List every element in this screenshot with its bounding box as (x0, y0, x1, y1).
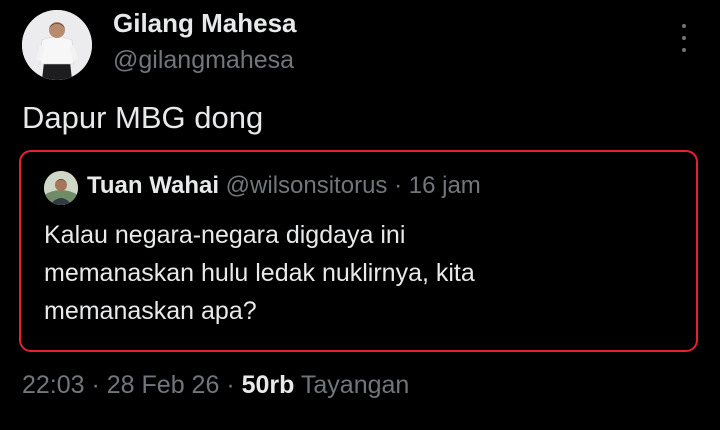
post-date[interactable]: 28 Feb 26 (107, 371, 220, 399)
author-avatar[interactable] (22, 10, 92, 80)
quoted-tweet[interactable]: Tuan Wahai @wilsonsitorus · 16 jam Kalau… (19, 150, 698, 352)
tweet-text: Dapur MBG dong (22, 100, 264, 135)
author-name[interactable]: Gilang Mahesa (113, 8, 297, 39)
more-dot (682, 48, 686, 52)
views-label: Tayangan (300, 371, 410, 399)
views-count: 50rb (241, 371, 295, 399)
post-time[interactable]: 22:03 (22, 371, 85, 399)
meta-separator: · (84, 371, 107, 399)
quoted-text-line: memanaskan hulu ledak nuklirnya, kita (44, 259, 475, 287)
quoted-author-handle[interactable]: @wilsonsitorus (226, 172, 388, 199)
quoted-header: Tuan Wahai @wilsonsitorus · 16 jam (87, 172, 481, 200)
meta-separator: · (219, 371, 242, 399)
quoted-author-avatar[interactable] (44, 171, 78, 205)
quoted-text-line: memanaskan apa? (44, 297, 257, 325)
more-dot (682, 36, 686, 40)
more-vertical-icon[interactable] (674, 24, 694, 52)
quoted-time[interactable]: 16 jam (409, 172, 481, 199)
quoted-text-line: Kalau negara-negara digdaya ini (44, 221, 406, 249)
tweet-meta: 22:03 · 28 Feb 26 · 50rb Tayangan (22, 371, 409, 400)
quoted-separator: · (387, 172, 409, 199)
tweet: Gilang Mahesa @gilangmahesa Dapur MBG do… (0, 0, 720, 430)
quoted-text: Kalau negara-negara digdaya ini memanask… (44, 216, 684, 330)
quoted-author-name[interactable]: Tuan Wahai (87, 172, 219, 199)
author-handle[interactable]: @gilangmahesa (113, 46, 294, 75)
more-dot (682, 24, 686, 28)
